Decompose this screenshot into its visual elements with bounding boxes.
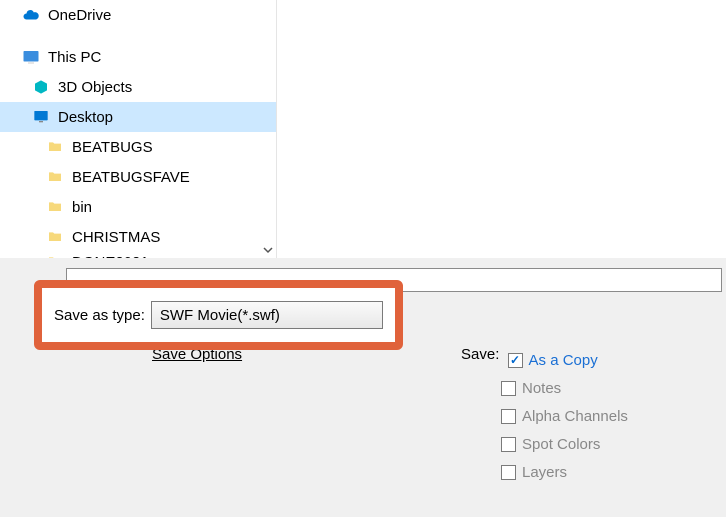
tree-label: 3D Objects	[58, 79, 132, 96]
checkbox-label: Spot Colors	[522, 436, 600, 453]
tree-item-onedrive[interactable]: OneDrive	[0, 0, 276, 30]
folder-icon	[46, 198, 64, 216]
save-as-type-highlight: Save as type: SWF Movie(*.swf)	[34, 280, 403, 350]
pc-icon	[22, 48, 40, 66]
save-options-group: Save: As a Copy Notes Alpha Channels Spo…	[461, 346, 628, 486]
checkbox-label[interactable]: As a Copy	[529, 352, 598, 369]
tree-item-folder[interactable]: BEATBUGSFAVE	[0, 162, 276, 192]
tree-label: CHRISTMAS	[72, 229, 160, 246]
checkbox-as-a-copy[interactable]	[508, 353, 523, 368]
tree-label: This PC	[48, 49, 101, 66]
tree-label: BEATBUGSFAVE	[72, 169, 190, 186]
folder-tree: OneDrive This PC 3D Objects Desktop BEAT…	[0, 0, 276, 258]
checkbox-spot-colors[interactable]	[501, 437, 516, 452]
tree-item-folder[interactable]: bin	[0, 192, 276, 222]
checkbox-label: Layers	[522, 464, 567, 481]
save-as-type-label: Save as type:	[54, 307, 145, 324]
tree-item-desktop[interactable]: Desktop	[0, 102, 276, 132]
save-as-type-dropdown[interactable]: SWF Movie(*.swf)	[151, 301, 383, 329]
tree-label: OneDrive	[48, 7, 111, 24]
tree-label: Desktop	[58, 109, 113, 126]
tree-item-folder[interactable]: CHRISTMAS	[0, 222, 276, 252]
cube-icon	[32, 78, 50, 96]
folder-icon	[46, 228, 64, 246]
tree-item-3dobjects[interactable]: 3D Objects	[0, 72, 276, 102]
chevron-down-icon[interactable]	[259, 241, 276, 258]
checkbox-notes[interactable]	[501, 381, 516, 396]
checkbox-layers[interactable]	[501, 465, 516, 480]
tree-label: BEATBUGS	[72, 139, 153, 156]
tree-item-folder[interactable]: BEATBUGS	[0, 132, 276, 162]
save-label: Save:	[461, 346, 499, 363]
folder-icon	[46, 168, 64, 186]
tree-label: bin	[72, 199, 92, 216]
save-as-type-value: SWF Movie(*.swf)	[160, 307, 280, 324]
checkbox-label: Alpha Channels	[522, 408, 628, 425]
folder-icon	[46, 138, 64, 156]
cloud-icon	[22, 6, 40, 24]
monitor-icon	[32, 108, 50, 126]
checkbox-label: Notes	[522, 380, 561, 397]
file-list-pane[interactable]	[276, 0, 726, 258]
checkbox-alpha-channels[interactable]	[501, 409, 516, 424]
tree-item-thispc[interactable]: This PC	[0, 42, 276, 72]
